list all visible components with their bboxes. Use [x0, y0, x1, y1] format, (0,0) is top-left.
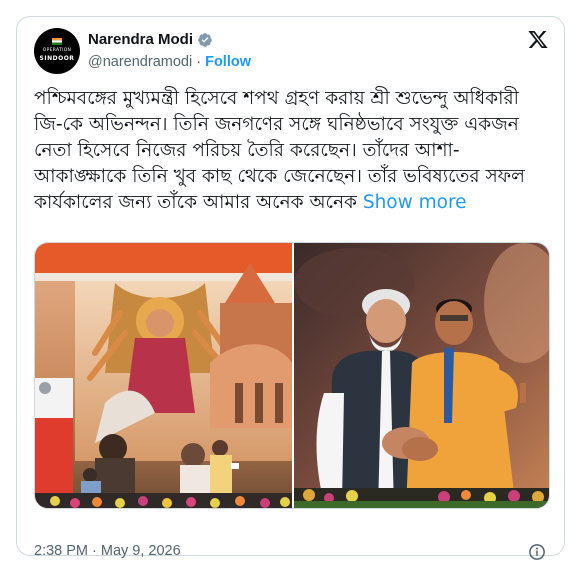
flag-icon	[52, 38, 62, 45]
author-handle[interactable]: @narendramodi	[88, 54, 192, 70]
author-name[interactable]: Narendra Modi	[88, 31, 193, 48]
photo-ceremony-stage[interactable]	[35, 243, 292, 508]
verified-badge-icon	[198, 33, 212, 47]
author-handle-row: @narendramodi · Follow	[88, 54, 251, 70]
avatar[interactable]: OPERATION SINDOOR	[34, 28, 80, 74]
tweet-text: পশ্চিমবঙ্গের মুখ্যমন্ত্রী হিসেবে শপথ গ্র…	[34, 86, 546, 216]
media-grid	[34, 242, 550, 509]
info-icon[interactable]	[528, 543, 546, 561]
show-more-link[interactable]: Show more	[363, 192, 467, 213]
x-logo-icon[interactable]	[527, 29, 549, 50]
avatar-text-operation: OPERATION	[42, 48, 72, 53]
avatar-text-sindoor: SINDOOR	[39, 55, 75, 62]
separator: ·	[192, 54, 206, 70]
photo-leaders-embrace[interactable]	[294, 243, 549, 508]
tweet-timestamp[interactable]: 2:38 PM · May 9, 2026	[34, 543, 181, 559]
follow-button[interactable]: Follow	[205, 54, 251, 70]
